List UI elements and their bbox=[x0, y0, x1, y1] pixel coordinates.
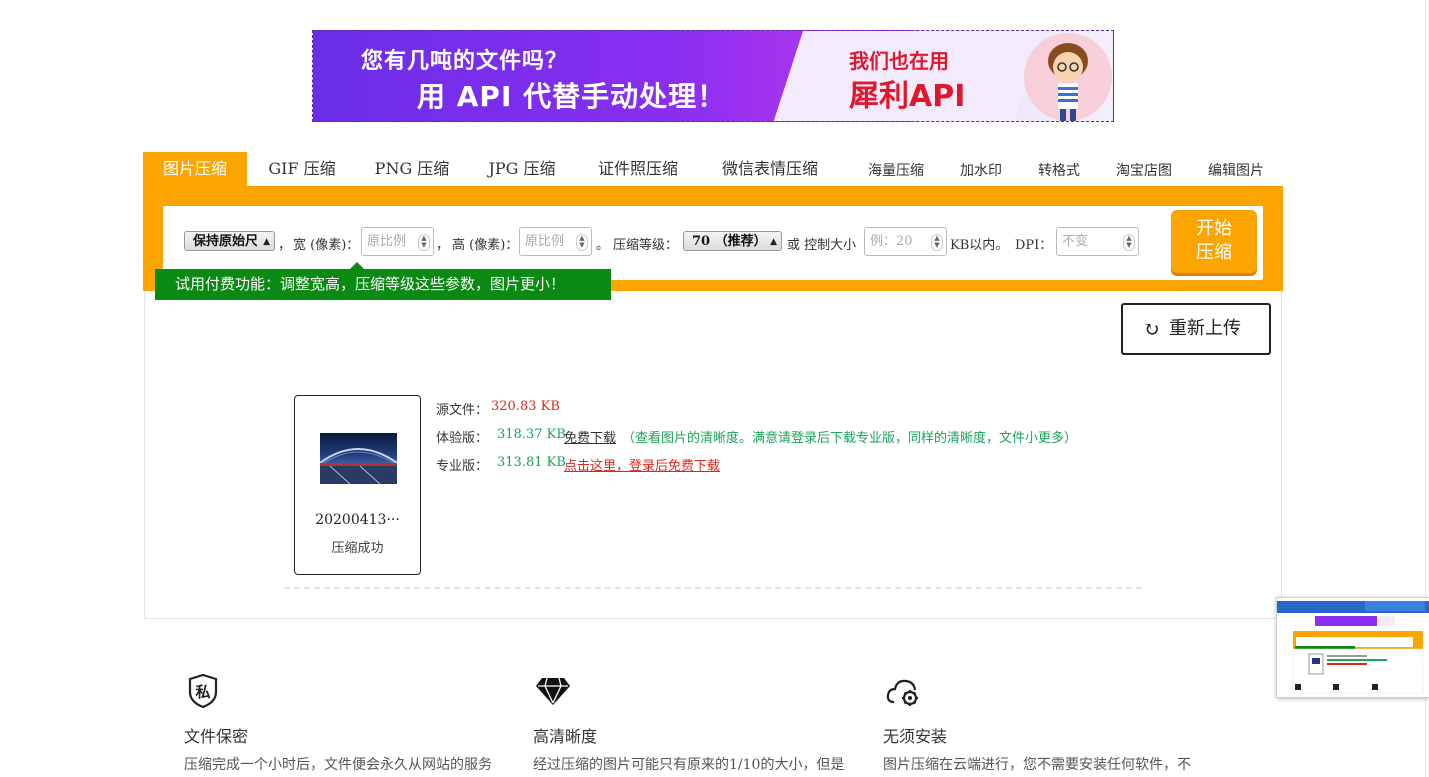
file-card: 20200413··· 压缩成功 bbox=[294, 395, 421, 575]
width-input[interactable]: 原比例 ▲ ▼ bbox=[361, 227, 434, 256]
compress-status: 压缩成功 bbox=[331, 541, 384, 556]
level-label: 压缩等级： bbox=[613, 238, 679, 253]
width-label: 宽 (像素)： bbox=[293, 238, 360, 253]
start-label-2: 压缩 bbox=[1196, 242, 1232, 263]
tab-taobao-image[interactable]: 淘宝店图 bbox=[1108, 154, 1180, 188]
target-size-placeholder: 例：20 bbox=[870, 234, 913, 249]
pro-label: 专业版： bbox=[436, 459, 489, 474]
period-separator: 。 bbox=[596, 238, 610, 253]
tab-jpg-compress[interactable]: JPG 压缩 bbox=[478, 152, 566, 186]
height-label: 高 (像素)： bbox=[452, 238, 519, 253]
target-size-input[interactable]: 例：20 ▲ ▼ bbox=[864, 227, 947, 256]
start-label-1: 开始 bbox=[1196, 218, 1232, 239]
promo-pointer bbox=[350, 262, 364, 269]
feature-desc-no-install: 图片压缩在云端进行，您不需要安装任何软件，不 bbox=[883, 757, 1191, 773]
feature-desc-privacy: 压缩完成一个小时后，文件便会永久从网站的服务 bbox=[184, 757, 492, 773]
trial-note: （查看图片的清晰度。满意请登录后下载专业版，同样的清晰度，文件小更多） bbox=[622, 431, 1078, 446]
file-thumbnail[interactable] bbox=[320, 433, 397, 484]
or-size-label: 或 控制大小 bbox=[787, 238, 857, 253]
diamond-icon bbox=[535, 676, 571, 706]
banner-line-2: 用 API 代替手动处理！ bbox=[417, 80, 727, 113]
height-input[interactable]: 原比例 ▲ ▼ bbox=[519, 227, 592, 256]
compression-level-value: 70 （推荐） bbox=[692, 234, 767, 249]
size-mode-value: 保持原始尺寸 bbox=[193, 234, 257, 249]
api-banner[interactable]: 您有几吨的文件吗？ 用 API 代替手动处理！ 我们也在用 犀利API bbox=[312, 30, 1114, 122]
feature-desc-clarity: 经过压缩的图片可能只有原来的1/10的大小，但是 bbox=[533, 757, 845, 773]
file-name: 20200413··· bbox=[315, 512, 400, 528]
bridge-photo-icon bbox=[320, 448, 397, 484]
reupload-button[interactable]: ↻ 重新上传 bbox=[1121, 303, 1271, 355]
tab-edit-image[interactable]: 编辑图片 bbox=[1200, 154, 1272, 188]
reupload-label: 重新上传 bbox=[1169, 318, 1241, 339]
dpi-input[interactable]: 不变 ▲ ▼ bbox=[1056, 227, 1139, 256]
tab-wechat-sticker-compress[interactable]: 微信表情压缩 bbox=[710, 152, 830, 186]
source-label: 源文件： bbox=[436, 403, 489, 418]
privacy-icon-char: 私 bbox=[194, 683, 210, 701]
feature-title-privacy: 文件保密 bbox=[184, 727, 249, 746]
trial-size: 318.37 KB bbox=[497, 427, 566, 442]
select-arrows-icon: ▲ bbox=[770, 237, 777, 247]
tab-gif-compress[interactable]: GIF 压缩 bbox=[257, 152, 347, 186]
banner-right-line-1: 我们也在用 bbox=[849, 49, 949, 73]
banner-line-1: 您有几吨的文件吗？ bbox=[361, 49, 569, 74]
start-compress-button[interactable]: 开始 压缩 bbox=[1171, 210, 1257, 273]
tab-png-compress[interactable]: PNG 压缩 bbox=[366, 152, 458, 186]
tab-convert-format[interactable]: 转格式 bbox=[1031, 154, 1087, 188]
banner-cartoon-boy-icon bbox=[1024, 33, 1112, 121]
size-mode-select[interactable]: 保持原始尺寸 ▲ bbox=[184, 231, 275, 251]
size-spinner-icon[interactable]: ▲ ▼ bbox=[931, 234, 943, 251]
pro-download-link[interactable]: 点击这里，登录后免费下载 bbox=[564, 455, 720, 474]
kb-label: KB以内。 bbox=[950, 238, 1009, 253]
refresh-icon: ↻ bbox=[1143, 317, 1160, 341]
height-placeholder: 原比例 bbox=[525, 234, 565, 249]
comma-separator: ， bbox=[436, 238, 450, 253]
tab-batch-compress[interactable]: 海量压缩 bbox=[860, 154, 932, 188]
tab-image-compress[interactable]: 图片压缩 bbox=[143, 152, 247, 186]
dpi-placeholder: 不变 bbox=[1062, 234, 1089, 249]
select-arrows-icon: ▲ bbox=[263, 237, 270, 247]
width-placeholder: 原比例 bbox=[367, 234, 407, 249]
privacy-icon: 私 bbox=[188, 673, 218, 709]
dpi-label: DPI： bbox=[1015, 238, 1053, 253]
page-preview-thumbnail[interactable] bbox=[1276, 597, 1429, 698]
compression-level-select[interactable]: 70 （推荐） ▲ bbox=[683, 231, 782, 251]
trial-label: 体验版： bbox=[436, 431, 489, 446]
cloud-gear-icon bbox=[886, 676, 922, 708]
dpi-spinner-icon[interactable]: ▲ ▼ bbox=[1123, 234, 1135, 251]
trial-download-link[interactable]: 免费下载 bbox=[564, 427, 616, 446]
tab-watermark[interactable]: 加水印 bbox=[953, 154, 1009, 188]
feature-title-clarity: 高清晰度 bbox=[533, 727, 598, 746]
height-spinner-icon[interactable]: ▲ ▼ bbox=[576, 234, 588, 251]
banner-right-line-2: 犀利API bbox=[849, 79, 966, 114]
result-divider bbox=[284, 587, 1142, 589]
pro-size: 313.81 KB bbox=[497, 455, 566, 470]
feature-title-no-install: 无须安装 bbox=[883, 727, 948, 746]
tab-id-photo-compress[interactable]: 证件照压缩 bbox=[588, 152, 688, 186]
width-spinner-icon[interactable]: ▲ ▼ bbox=[418, 234, 430, 251]
comma-separator: ， bbox=[278, 238, 292, 253]
source-size: 320.83 KB bbox=[491, 399, 560, 414]
